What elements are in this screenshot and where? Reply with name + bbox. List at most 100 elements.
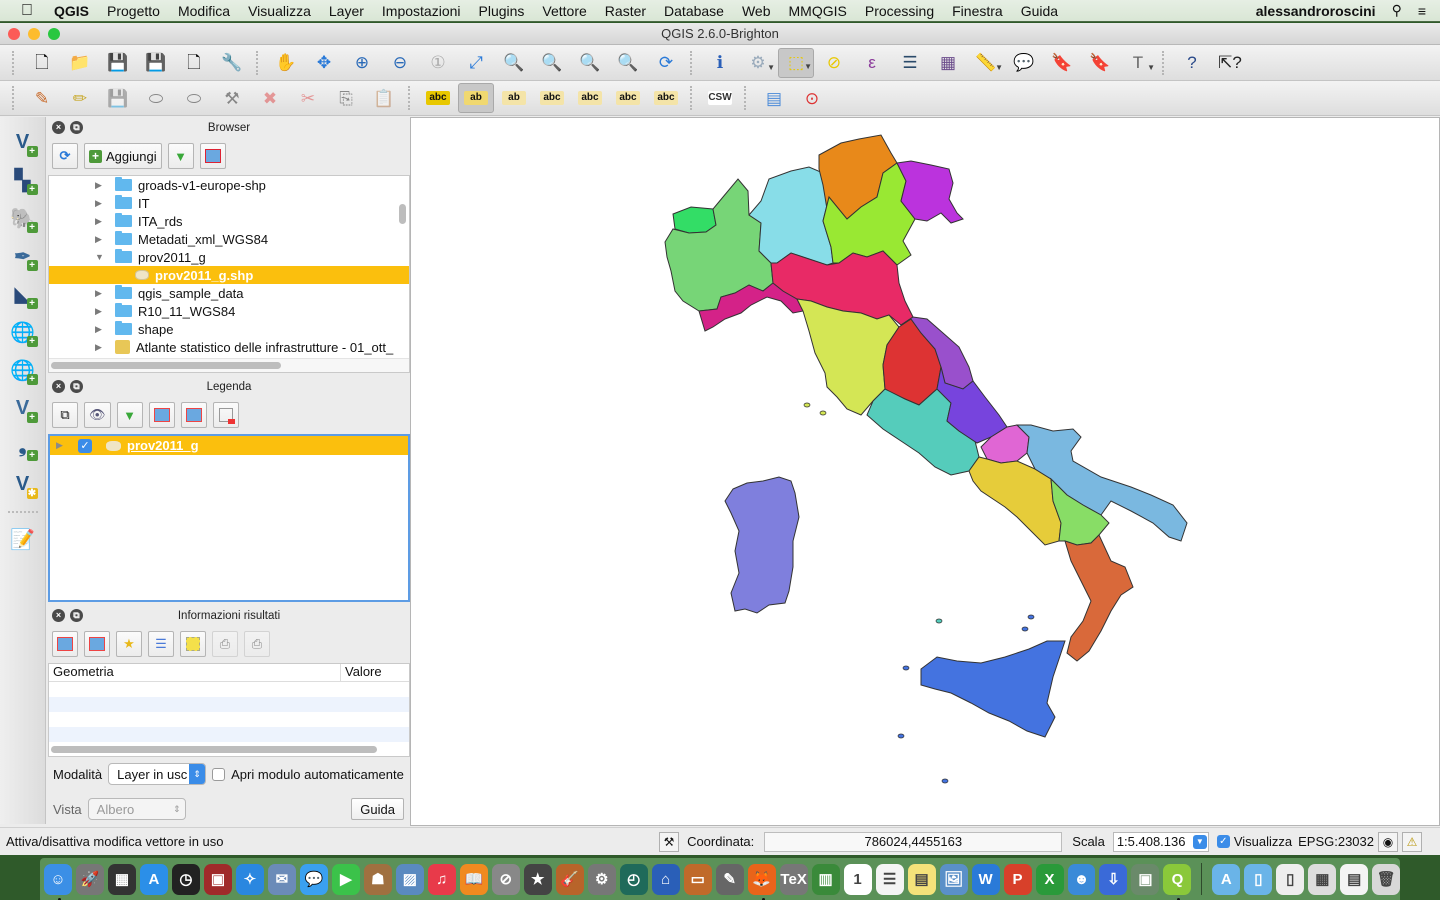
toolbar-grip[interactable] (1162, 50, 1168, 75)
ibooks-icon[interactable]: 📖 (459, 863, 488, 895)
browser-item[interactable]: ▶ IT (49, 194, 409, 212)
menu-mmqgis[interactable]: MMQGIS (780, 3, 856, 19)
add-vector-layer-button[interactable]: V + (7, 127, 39, 158)
georeferencer-button[interactable]: ⊙ (794, 83, 830, 113)
word-icon[interactable]: W (971, 863, 1000, 895)
tex-shop-icon[interactable]: TeX (779, 863, 808, 895)
mode-select[interactable]: Layer in usc ⇕ (108, 763, 207, 785)
menu-processing[interactable]: Processing (856, 3, 943, 19)
calendar-icon[interactable]: 1 (843, 863, 872, 895)
contacts-icon[interactable]: ☗ (363, 863, 392, 895)
new-print-composer-button[interactable]: 🗋 (176, 48, 212, 78)
zoom-in-button[interactable]: ⊕ (344, 48, 380, 78)
italy-provinces-map[interactable] (411, 118, 1440, 827)
browser-vertical-scrollbar[interactable] (399, 204, 406, 224)
clear-highlights-button[interactable] (180, 631, 206, 657)
pin-labels-button[interactable]: ab (458, 83, 494, 113)
message-log-warning-icon[interactable]: ⚠ (1402, 831, 1422, 852)
open-form-button[interactable]: ☰ (148, 631, 174, 657)
zip-archive-icon[interactable]: ▯ (1276, 863, 1305, 895)
collapse-tree-button[interactable] (84, 631, 110, 657)
expand-arrow-icon[interactable]: ▶ (56, 440, 78, 451)
show-bookmarks-button[interactable]: 🔖 (1082, 48, 1118, 78)
close-panel-icon[interactable]: × (52, 609, 65, 622)
notification-center-icon[interactable]: ≡ (1418, 3, 1426, 19)
region-lombardia[interactable] (748, 166, 834, 266)
cut-features-button[interactable]: ✂ (290, 83, 326, 113)
expand-arrow-icon[interactable]: ▶ (95, 216, 109, 227)
photo-booth-icon[interactable]: ▣ (203, 863, 232, 895)
add-feature-button[interactable]: ⬭ (138, 83, 174, 113)
map-canvas[interactable] (410, 117, 1440, 826)
add-mssql-layer-button[interactable]: ◣ + (7, 279, 39, 310)
browser-tree[interactable]: ▶ groads-v1-europe-shp ▶ IT ▶ ITA_rds ▶ Metadat… (48, 175, 410, 373)
menu-visualizza[interactable]: Visualizza (239, 3, 320, 19)
trash-icon[interactable]: 🗑 (1372, 863, 1401, 895)
add-raster-layer-button[interactable]: ▚ + (7, 165, 39, 196)
add-postgis-layer-button[interactable]: 🐘 + (7, 203, 39, 234)
system-preferences-icon[interactable]: ⚙ (587, 863, 616, 895)
zoom-out-button[interactable]: ⊖ (382, 48, 418, 78)
add-group-button[interactable]: ⧉ (52, 402, 78, 428)
finder-icon[interactable]: ☺ (44, 863, 72, 900)
render-checkbox[interactable]: ✓ (1216, 835, 1230, 848)
legend-layer-row[interactable]: ▶ ✓ prov2011_g (50, 436, 408, 455)
toolbar-grip[interactable] (408, 86, 414, 110)
highlight-pinned-labels-button[interactable]: ab (496, 83, 532, 113)
print-button[interactable]: ⎙ (244, 631, 270, 657)
toolbar-grip[interactable] (12, 86, 18, 110)
menu-finestra[interactable]: Finestra (943, 3, 1012, 19)
zoom-to-layer-button[interactable]: 🔍 (534, 48, 570, 78)
dashboard-icon[interactable]: ◷ (171, 863, 200, 895)
notes-icon[interactable]: ▤ (907, 863, 936, 895)
apple-menu-icon[interactable]:  (0, 2, 54, 20)
toggle-extents-mouse-icon[interactable]: ⚒ (659, 831, 680, 852)
scale-combo[interactable]: 1:5.408.136 ▼ (1112, 831, 1209, 852)
excel-icon[interactable]: X (1035, 863, 1064, 895)
browser-collapse-button[interactable] (199, 143, 226, 169)
preview-icon[interactable]: 🖼 (939, 863, 968, 895)
zoom-full-button[interactable]: ⤢ (458, 48, 494, 78)
select-features-button[interactable]: ⬚ ▼ (778, 47, 814, 78)
zoom-next-button[interactable]: 🔍 (610, 48, 646, 78)
coordinate-field[interactable]: 786024,4455163 (764, 831, 1063, 852)
lync-icon[interactable]: ☻ (1067, 863, 1096, 895)
island[interactable] (1021, 626, 1029, 632)
window-minimize-button[interactable] (28, 28, 40, 40)
float-panel-icon[interactable]: ⧉ (70, 609, 83, 622)
island[interactable] (1027, 614, 1035, 620)
text-annotation-button[interactable]: T ▼ (1120, 48, 1156, 78)
region-sardegna[interactable] (724, 476, 800, 614)
reminders-icon[interactable]: ☰ (875, 863, 904, 895)
region-sicilia[interactable] (920, 640, 1066, 738)
toolbar-grip[interactable] (744, 86, 750, 110)
crs-status[interactable]: EPSG:23032 (1298, 834, 1374, 849)
layer-visibility-checkbox[interactable]: ✓ (78, 438, 92, 453)
menu-plugins[interactable]: Plugins (470, 3, 534, 19)
column-header-value[interactable]: Valore (341, 664, 382, 681)
layer-tree[interactable]: ▶ ✓ prov2011_g (48, 434, 410, 602)
identify-results-table[interactable]: Geometria Valore (48, 663, 410, 757)
add-wfs-layer-button[interactable]: V + (7, 393, 39, 424)
garageband-icon[interactable]: 🎸 (555, 863, 584, 895)
move-feature-button[interactable]: ⬭ (176, 83, 212, 113)
messages-icon[interactable]: 💬 (299, 863, 328, 895)
toolbar-grip[interactable] (7, 511, 38, 513)
browser-item[interactable]: prov2011_g.shp (49, 266, 409, 284)
island[interactable] (902, 665, 910, 671)
current-edits-button[interactable]: ✎ (24, 83, 60, 113)
whats-this-button[interactable]: ⇱? (1212, 48, 1248, 78)
column-header-geometry[interactable]: Geometria (49, 664, 341, 681)
expand-tree-button[interactable] (52, 631, 78, 657)
close-panel-icon[interactable]: × (52, 380, 65, 393)
float-panel-icon[interactable]: ⧉ (70, 121, 83, 134)
show-hide-labels-button[interactable]: abc (534, 83, 570, 113)
pan-to-selection-button[interactable]: ✥ (306, 48, 342, 78)
numbers-icon[interactable]: ▥ (811, 863, 840, 895)
launchpad-icon[interactable]: 🚀 (75, 863, 104, 895)
crs-globe-icon[interactable]: ◉ (1378, 831, 1398, 852)
browser-item[interactable]: ▶ R10_11_WGS84 (49, 302, 409, 320)
browser-horizontal-scrollbar[interactable] (51, 362, 281, 369)
browser-item[interactable]: ▶ groads-v1-europe-shp (49, 176, 409, 194)
mail-icon[interactable]: ✉ (267, 863, 296, 895)
